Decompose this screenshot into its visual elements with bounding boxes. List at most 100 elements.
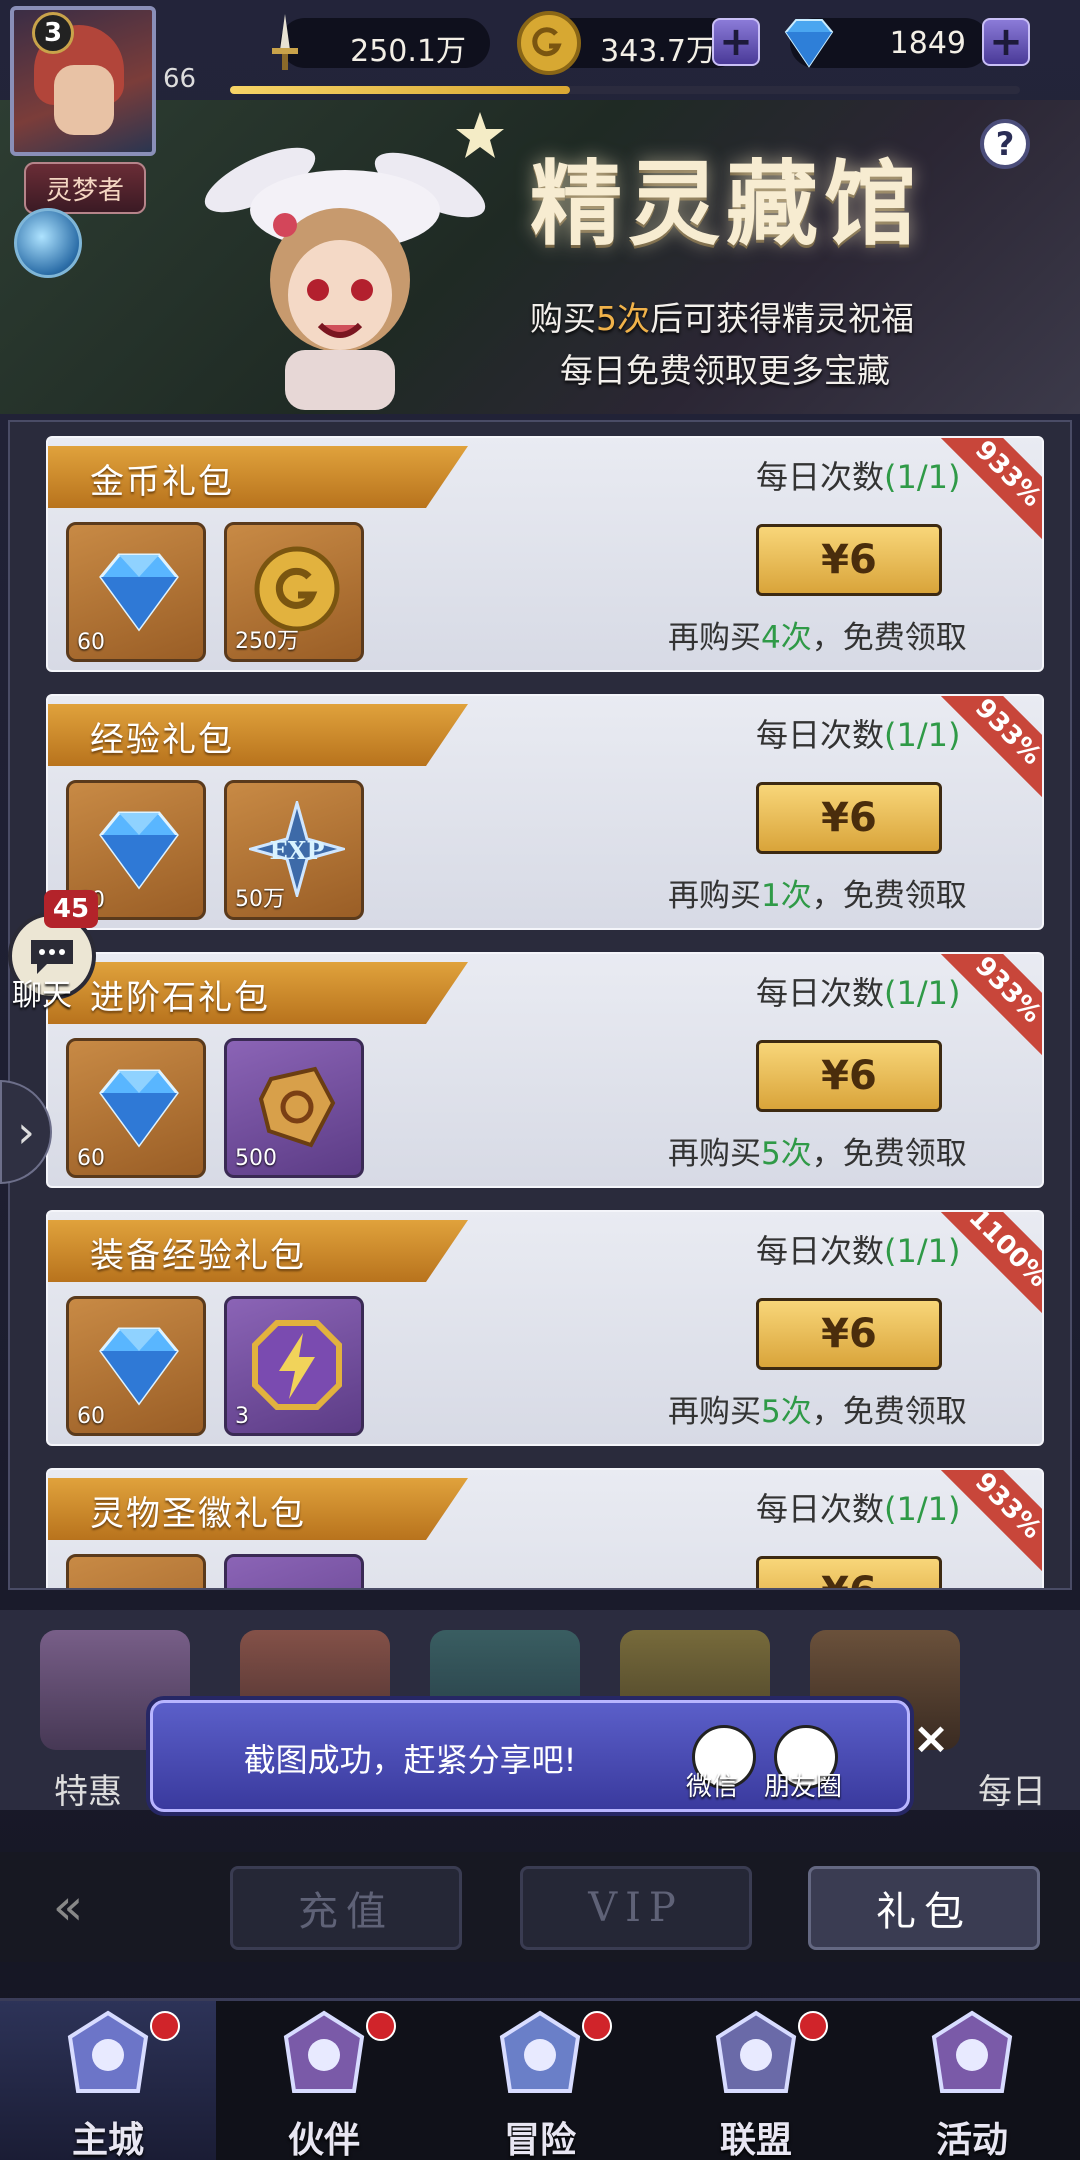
gift-pack-card: 装备经验礼包 每日次数(1/1) 1100% 60 3 ¥6 再购买5次，免费领取 (46, 1210, 1044, 1446)
player-level: 66 (163, 64, 197, 94)
nav-item-2[interactable]: 冒险 (432, 2001, 648, 2160)
nav-label: 冒险 (503, 2120, 576, 2160)
buy-button[interactable]: ¥6 (756, 524, 942, 596)
banner-line-2: 每日免费领取更多宝藏 (560, 351, 890, 390)
reward-quantity: 60 (77, 1146, 105, 1171)
free-claim-note: 再购买1次，免费领取 (668, 878, 967, 914)
rank-badge: 灵梦者 (24, 162, 146, 214)
free-claim-note: 再购买5次，免费领取 (668, 1394, 967, 1430)
daily-tab-label: 每日 (978, 1772, 1046, 1812)
pack-title-ribbon: 进阶石礼包 (48, 962, 468, 1024)
nav-item-3[interactable]: 联盟 (648, 2001, 864, 2160)
gift-pack-card: 金币礼包 每日次数(1/1) 933% 60 250万 ¥6 再购买4次，免费领取 (46, 436, 1044, 672)
orb-icon (14, 208, 82, 278)
daily-limit: 每日次数(1/1) (756, 458, 961, 496)
exp-bar-fill (230, 86, 570, 94)
buy-button[interactable]: ¥6 (756, 1556, 942, 1588)
reward-quantity: 50万 (235, 887, 285, 912)
pack-title-ribbon: 装备经验礼包 (48, 1220, 468, 1282)
nav-notification-dot (366, 2011, 396, 2041)
pack-title: 装备经验礼包 (90, 1236, 306, 1276)
close-icon[interactable]: × (908, 1716, 954, 1762)
banner-line-1: 购买5次后可获得精灵祝福 (530, 299, 914, 338)
wechat-label: 微信 (686, 1772, 739, 1802)
nav-label: 主城 (71, 2120, 144, 2160)
reward-quantity: 60 (77, 630, 105, 655)
help-button[interactable]: ? (980, 119, 1030, 169)
pack-title: 灵物圣徽礼包 (90, 1494, 306, 1534)
reward-quantity: 250万 (235, 629, 299, 654)
reward-item[interactable]: 500 (224, 1038, 364, 1178)
reward-item[interactable] (224, 1554, 364, 1588)
sword-icon (272, 14, 298, 70)
avatar-level-badge: 3 (32, 12, 74, 54)
moments-label: 朋友圈 (764, 1772, 843, 1802)
buy-button[interactable]: ¥6 (756, 1040, 942, 1112)
buy-button[interactable]: ¥6 (756, 782, 942, 854)
daily-limit: 每日次数(1/1) (756, 716, 961, 754)
pack-title-ribbon: 灵物圣徽礼包 (48, 1478, 468, 1540)
cards-icon (931, 2010, 1013, 2093)
shield-icon (715, 2010, 797, 2093)
nav-item-1[interactable]: 伙伴 (216, 2001, 432, 2160)
reward-item[interactable]: 60 (66, 1038, 206, 1178)
nav-notification-dot (582, 2011, 612, 2041)
nav-label: 活动 (935, 2120, 1008, 2160)
pack-title-ribbon: 金币礼包 (48, 446, 468, 508)
pack-list: 金币礼包 每日次数(1/1) 933% 60 250万 ¥6 再购买4次，免费领取 经验礼包每… (8, 420, 1072, 1590)
star-icon (456, 112, 504, 158)
reward-item[interactable] (66, 1554, 206, 1588)
gift-pack-card: 灵物圣徽礼包每日次数(1/1)933%¥6 (46, 1468, 1044, 1588)
diamond-icon (784, 19, 834, 68)
pack-title: 进阶石礼包 (90, 978, 270, 1018)
share-toast-text: 截图成功，赶紧分享吧! (243, 1741, 577, 1779)
chat-unread-badge: 45 (44, 890, 98, 928)
pack-title: 金币礼包 (90, 462, 234, 502)
nav-item-0[interactable]: 主城 (0, 2001, 216, 2160)
adventure-emblem-icon (499, 2010, 581, 2093)
back-arrow-icon[interactable]: « (20, 1878, 116, 1942)
shop-banner: 精灵藏馆 购买5次后可获得精灵祝福 每日免费领取更多宝藏 (0, 100, 1080, 414)
banner-title: 精灵藏馆 (530, 150, 923, 258)
tab-vip[interactable]: VIP (520, 1866, 752, 1950)
free-claim-note: 再购买5次，免费领取 (668, 1136, 967, 1172)
witch-hat-icon (283, 2010, 365, 2093)
gift-pack-card: 经验礼包每日次数(1/1)933%60EXP50万¥6再购买1次，免费领取 (46, 694, 1044, 930)
diamond-display: 1849 (784, 18, 990, 68)
reward-item[interactable]: 3 (224, 1296, 364, 1436)
reward-quantity: 3 (235, 1404, 249, 1429)
reward-item[interactable]: EXP 50万 (224, 780, 364, 920)
nav-notification-dot (150, 2011, 180, 2041)
free-claim-note: 再购买4次，免费领取 (668, 620, 967, 656)
tab-recharge[interactable]: 充值 (230, 1866, 462, 1950)
add-gold-button[interactable]: + (712, 18, 760, 66)
daily-limit: 每日次数(1/1) (756, 1232, 961, 1270)
nav-item-4[interactable]: 活动 (864, 2001, 1080, 2160)
tab-gift-pack[interactable]: 礼包 (808, 1866, 1040, 1950)
bunny-girl-illustration (204, 147, 486, 410)
reward-item[interactable]: 60 (66, 522, 206, 662)
special-offer-tab-label: 特惠 (54, 1772, 122, 1812)
exp-bar (230, 86, 1020, 94)
buy-button[interactable]: ¥6 (756, 1298, 942, 1370)
pack-title-ribbon: 经验礼包 (48, 704, 468, 766)
power-display: 250.1万 (272, 14, 490, 70)
reward-item[interactable]: 250万 (224, 522, 364, 662)
pack-title: 经验礼包 (90, 720, 234, 760)
reward-item[interactable]: 60 (66, 1296, 206, 1436)
reward-quantity: 500 (235, 1146, 277, 1171)
gift-pack-card: 进阶石礼包 每日次数(1/1) 933% 60 500 ¥6 再购买5次，免费领取 (46, 952, 1044, 1188)
bottom-nav: 主城 伙伴 冒险 联盟 活动 (0, 1998, 1080, 2160)
chat-label: 聊天 (12, 978, 72, 1013)
gold-coin-icon (517, 11, 581, 75)
daily-limit: 每日次数(1/1) (756, 974, 961, 1012)
reward-quantity: 60 (77, 1404, 105, 1429)
nav-label: 伙伴 (287, 2120, 360, 2160)
add-diamond-button[interactable]: + (982, 18, 1030, 66)
nav-notification-dot (798, 2011, 828, 2041)
resource-bar: 250.1万 343.7万 + 1849 + 66 (0, 0, 1080, 100)
daily-limit: 每日次数(1/1) (756, 1490, 961, 1528)
svg-text:EXP: EXP (270, 836, 325, 865)
game-screen: 精灵藏馆 购买5次后可获得精灵祝福 每日免费领取更多宝藏 ? 250.1万 34… (0, 0, 1080, 2160)
nav-label: 联盟 (719, 2120, 792, 2160)
